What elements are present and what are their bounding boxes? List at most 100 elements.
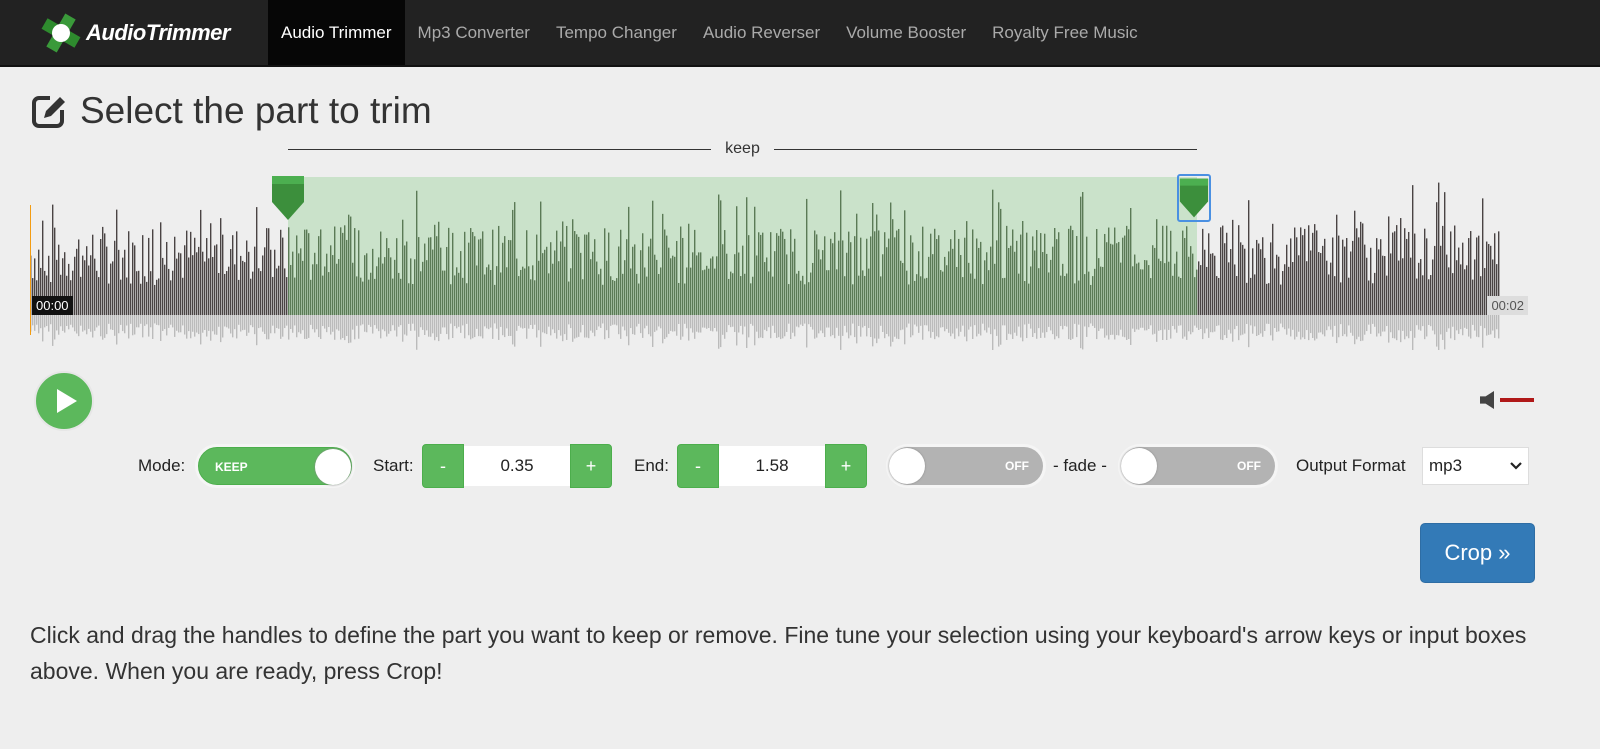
nav-audio-reverser[interactable]: Audio Reverser [690,0,833,65]
wave-reflection [140,315,142,324]
wave-reflection [786,315,788,332]
wave-reflection [214,315,216,335]
wave-reflection [276,315,278,329]
wave-reflection [374,315,376,326]
wave-reflection [772,315,774,326]
crop-button[interactable]: Crop » [1420,523,1535,583]
wave-reflection [176,315,178,331]
wave-reflection [1300,315,1302,340]
wave-reflection [1306,315,1308,331]
wave-reflection [1368,315,1370,325]
end-handle[interactable] [1177,174,1211,222]
wave-reflection [1288,315,1290,329]
wave-reflection [1148,315,1150,329]
wave-reflection [1428,315,1430,326]
start-handle[interactable] [271,174,305,222]
wave-bar [1384,256,1386,315]
wave-bar [1322,245,1324,315]
wave-bar [1340,282,1342,315]
wave-reflection [1362,315,1364,341]
wave-reflection [958,315,960,337]
wave-reflection [848,315,850,339]
play-button[interactable] [34,371,94,431]
nav-royalty-free-music[interactable]: Royalty Free Music [979,0,1150,65]
wave-reflection [1210,315,1212,333]
wave-bar [1334,276,1336,315]
nav-mp3-converter[interactable]: Mp3 Converter [405,0,543,65]
wave-reflection [1046,315,1048,333]
start-increment-button[interactable]: + [570,444,612,488]
wave-reflection [304,315,306,339]
wave-reflection [1136,315,1138,330]
wave-reflection [1340,315,1342,325]
wave-reflection [778,315,780,338]
wave-reflection [292,315,294,333]
nav-volume-booster[interactable]: Volume Booster [833,0,979,65]
keep-region-label: keep [288,140,1198,158]
wave-reflection [994,315,996,330]
wave-reflection [1264,315,1266,331]
waveform[interactable]: 00:00 00:02 [30,170,1530,353]
wave-reflection [978,315,980,334]
volume-control[interactable] [1480,391,1534,409]
wave-bar [1390,253,1392,315]
end-increment-button[interactable]: + [825,444,867,488]
wave-bar [1438,182,1440,315]
wave-bar [266,228,268,315]
wave-reflection [1400,315,1402,343]
wave-reflection [106,315,108,335]
wave-reflection [766,315,768,332]
start-input[interactable] [464,446,570,486]
wave-reflection [1016,315,1018,336]
wave-reflection [880,315,882,326]
end-input[interactable] [719,446,825,486]
wave-reflection [826,315,828,328]
wave-bar [250,278,252,315]
wave-reflection [1482,315,1484,348]
selection-region[interactable] [288,177,1197,315]
wave-reflection [1408,315,1410,339]
wave-bar [198,246,200,315]
wave-reflection [196,315,198,333]
wave-reflection [1152,315,1154,335]
wave-reflection [1328,315,1330,327]
wave-reflection [312,315,314,330]
wave-bar [1422,275,1424,315]
wave-bar [1220,227,1222,315]
wave-reflection [136,315,138,328]
wave-reflection [1098,315,1100,331]
wave-reflection [268,315,270,340]
wave-reflection [294,315,296,326]
wave-reflection [1374,315,1376,327]
wave-reflection [1252,315,1254,334]
nav-tempo-changer[interactable]: Tempo Changer [543,0,690,65]
mode-toggle[interactable]: KEEP [195,444,355,488]
wave-bar [1450,231,1452,315]
wave-reflection [1240,315,1242,336]
wave-reflection [636,315,638,327]
wave-reflection [1180,315,1182,326]
wave-bar [282,237,284,315]
volume-slider[interactable] [1500,398,1534,402]
output-format-select[interactable]: mp3 [1422,447,1529,485]
wave-reflection [64,315,66,333]
wave-reflection [1102,315,1104,329]
nav-audio-trimmer[interactable]: Audio Trimmer [268,0,405,65]
end-decrement-button[interactable]: - [677,444,719,488]
wave-bar [218,272,220,315]
wave-bar [78,239,80,315]
wave-reflection [816,315,818,338]
wave-reflection [50,315,52,325]
wave-bar [1294,227,1296,315]
wave-bar [170,280,172,315]
wave-reflection [1342,315,1344,337]
wave-reflection [1290,315,1292,337]
wave-reflection [1128,315,1130,340]
wave-reflection [562,315,564,342]
wave-bar [184,245,186,315]
start-decrement-button[interactable]: - [422,444,464,488]
logo[interactable]: AudioTrimmer [0,0,268,65]
wave-reflection [74,315,76,332]
fade-out-toggle[interactable]: OFF [1118,444,1278,488]
fade-in-toggle[interactable]: OFF [886,444,1046,488]
